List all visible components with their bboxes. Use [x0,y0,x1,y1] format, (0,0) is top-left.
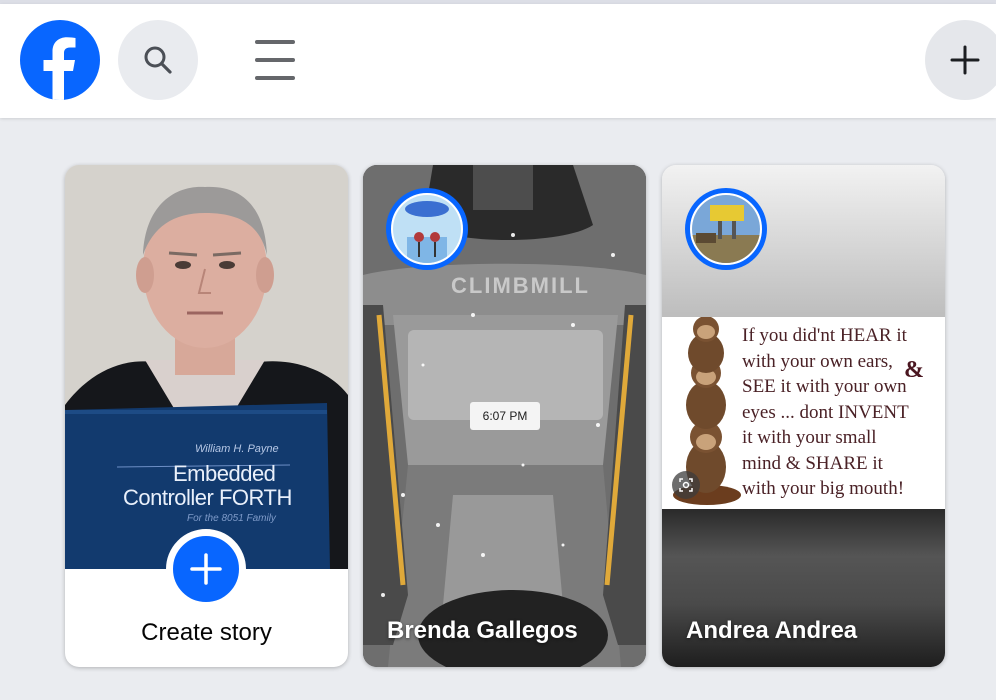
top-navigation-bar [0,4,996,118]
search-button[interactable] [118,20,198,100]
story-avatar [685,188,767,270]
story-image: If you did'nt HEAR it with your own ears… [662,317,945,509]
facebook-logo-icon[interactable] [20,20,100,100]
story-timestamp: 6:07 PM [470,402,540,430]
book-title-text: Controller FORTH [123,485,292,510]
book-author-text: William H. Payne [195,443,279,455]
create-story-card[interactable]: William H. Payne Embedded Controller FOR… [65,165,348,667]
menu-button[interactable] [235,20,315,100]
story-card[interactable]: If you did'nt HEAR it with your own ears… [662,165,945,667]
plus-icon [190,553,222,585]
story-author-name: Andrea Andrea [686,617,858,644]
create-story-plus-button[interactable] [166,529,246,609]
profile-photo: William H. Payne Embedded Controller FOR… [65,165,348,569]
quote-text: If you did'nt HEAR it with your own ears… [742,325,909,499]
lens-search-icon[interactable] [672,471,700,499]
create-post-button[interactable] [925,20,996,100]
story-author-name: Brenda Gallegos [387,617,578,644]
story-card[interactable]: CLIMBMILL 6:07 PM Brenda Gallegos [363,165,646,667]
book-title-text: Embedded [173,461,276,486]
quote-ampersand: & [904,357,924,383]
search-icon [144,46,172,74]
story-avatar [386,188,468,270]
book-subtitle-text: For the 8051 Family [187,513,276,524]
hamburger-menu-icon [255,40,295,80]
plus-icon [950,45,980,75]
create-story-label: Create story [141,619,272,646]
svg-text:CLIMBMILL: CLIMBMILL [451,273,590,298]
